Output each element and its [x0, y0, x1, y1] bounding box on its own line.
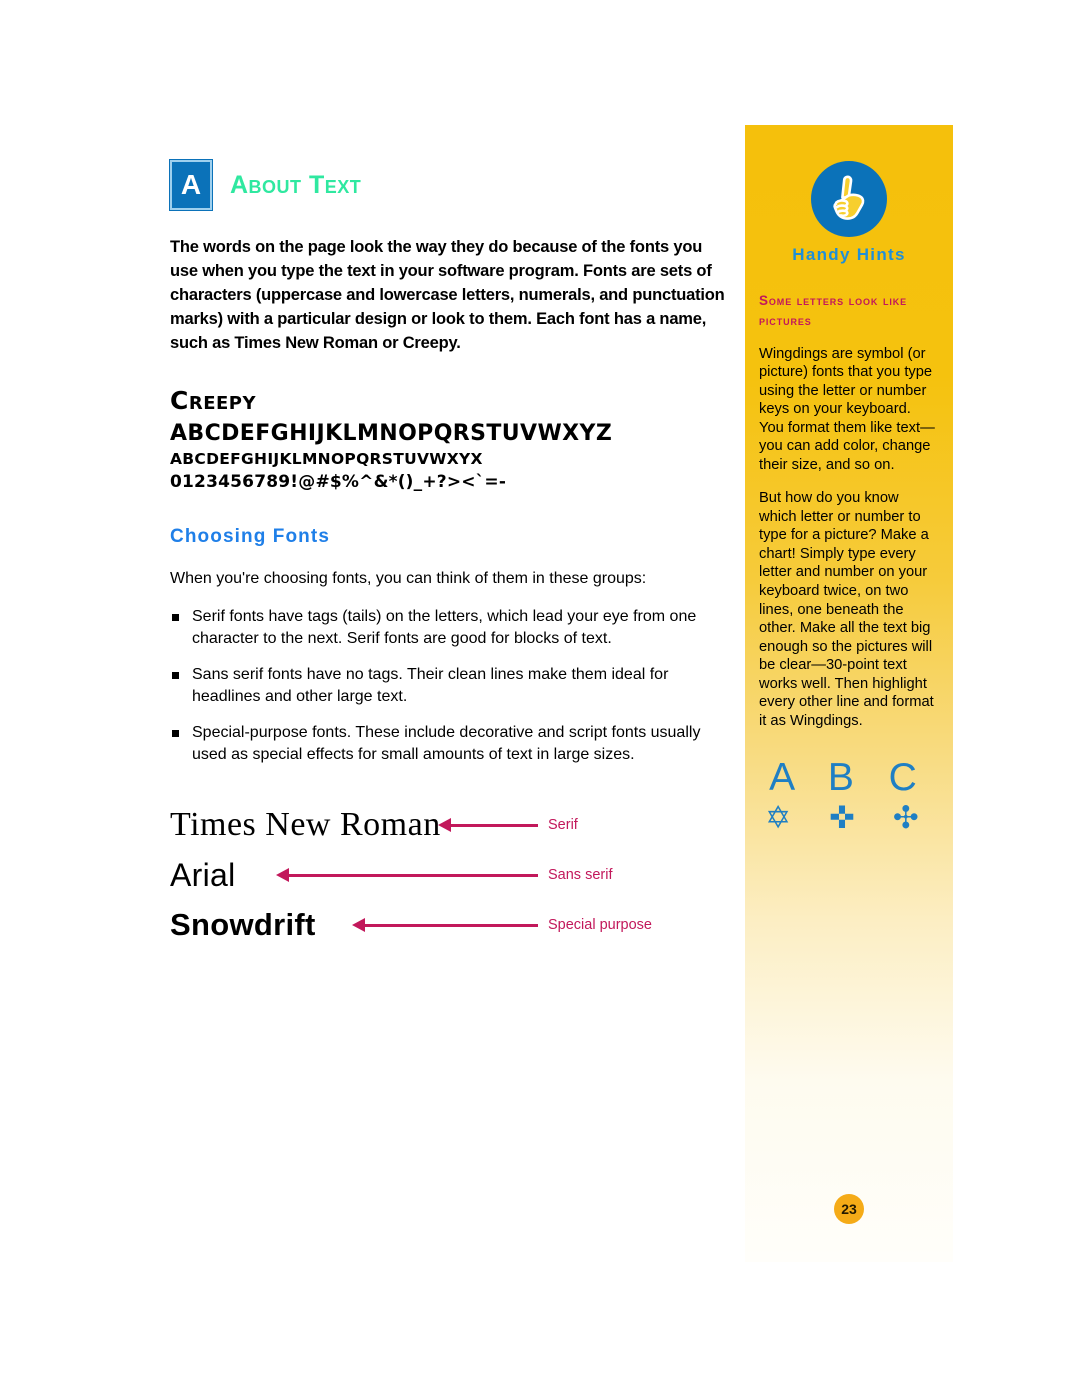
subheading-choosing-fonts: Choosing Fonts	[170, 525, 330, 547]
choosing-fonts-intro: When you're choosing fonts, you can thin…	[170, 569, 647, 587]
arrow-line	[364, 923, 538, 927]
callout-serif: Serif	[438, 800, 578, 850]
wingdings-demo: A B C ✡ ✜ ✣	[759, 756, 939, 838]
list-item: Special-purpose fonts. These include dec…	[170, 722, 730, 766]
specimen-font-name: Creepy	[170, 385, 257, 415]
callout-special-purpose: Special purpose	[352, 900, 652, 950]
font-sample-serif-word: Times New Roman	[170, 806, 441, 844]
handy-hints-sidebar: Handy Hints Some letters look like pictu…	[745, 125, 953, 1262]
font-sample-diagram: Times New Roman Serif Arial Sans serif S…	[170, 800, 730, 950]
callout-label-serif: Serif	[548, 817, 578, 834]
section-letter-badge: A	[170, 160, 212, 210]
wingdings-letters-row: A B C	[769, 756, 929, 800]
section-heading: A About Text	[170, 160, 730, 210]
hint-paragraph: Wingdings are symbol (or picture) fonts …	[759, 345, 935, 473]
page-title: About Text	[230, 170, 362, 199]
font-sample-special-word: Snowdrift	[170, 906, 316, 943]
font-sample-row: Times New Roman Serif	[170, 800, 730, 850]
font-sample-row: Snowdrift Special purpose	[170, 900, 730, 950]
callout-sans-serif: Sans serif	[276, 850, 612, 900]
main-content-column: A About Text The words on the page look …	[170, 160, 730, 950]
pointing-hand-icon	[811, 161, 887, 237]
list-item: Sans serif fonts have no tags. Their cle…	[170, 664, 730, 708]
callout-label-special-purpose: Special purpose	[548, 917, 652, 934]
hint-heading: Some letters look like pictures	[759, 293, 908, 328]
arrow-line	[450, 823, 538, 827]
intro-paragraph: The words on the page look the way they …	[170, 238, 725, 352]
wingdings-symbols-row: ✡ ✜ ✣	[765, 800, 933, 837]
handy-hints-title: Handy Hints	[792, 245, 906, 264]
font-sample-sans-word: Arial	[170, 856, 236, 893]
font-group-list: Serif fonts have tags (tails) on the let…	[170, 606, 730, 766]
handy-hints-header: Handy Hints	[759, 125, 939, 265]
font-sample-row: Arial Sans serif	[170, 850, 730, 900]
specimen-smallcaps-row: ABCDEFGHIJKLMNOPQRSTUVWXYX	[170, 449, 483, 468]
list-item: Serif fonts have tags (tails) on the let…	[170, 606, 730, 650]
page-number-badge: 23	[834, 1194, 864, 1224]
hint-paragraph: But how do you know which letter or numb…	[759, 490, 934, 729]
specimen-digits-row: 0123456789!@#$%^&*()_+?><`=-	[170, 471, 507, 492]
font-specimen-creepy: Creepy ABCDEFGHIJKLMNOPQRSTUVWXYZ ABCDEF…	[170, 386, 730, 492]
callout-label-sans-serif: Sans serif	[548, 867, 613, 884]
arrow-line	[288, 873, 538, 877]
specimen-uppercase-row: ABCDEFGHIJKLMNOPQRSTUVWXYZ	[170, 420, 613, 446]
